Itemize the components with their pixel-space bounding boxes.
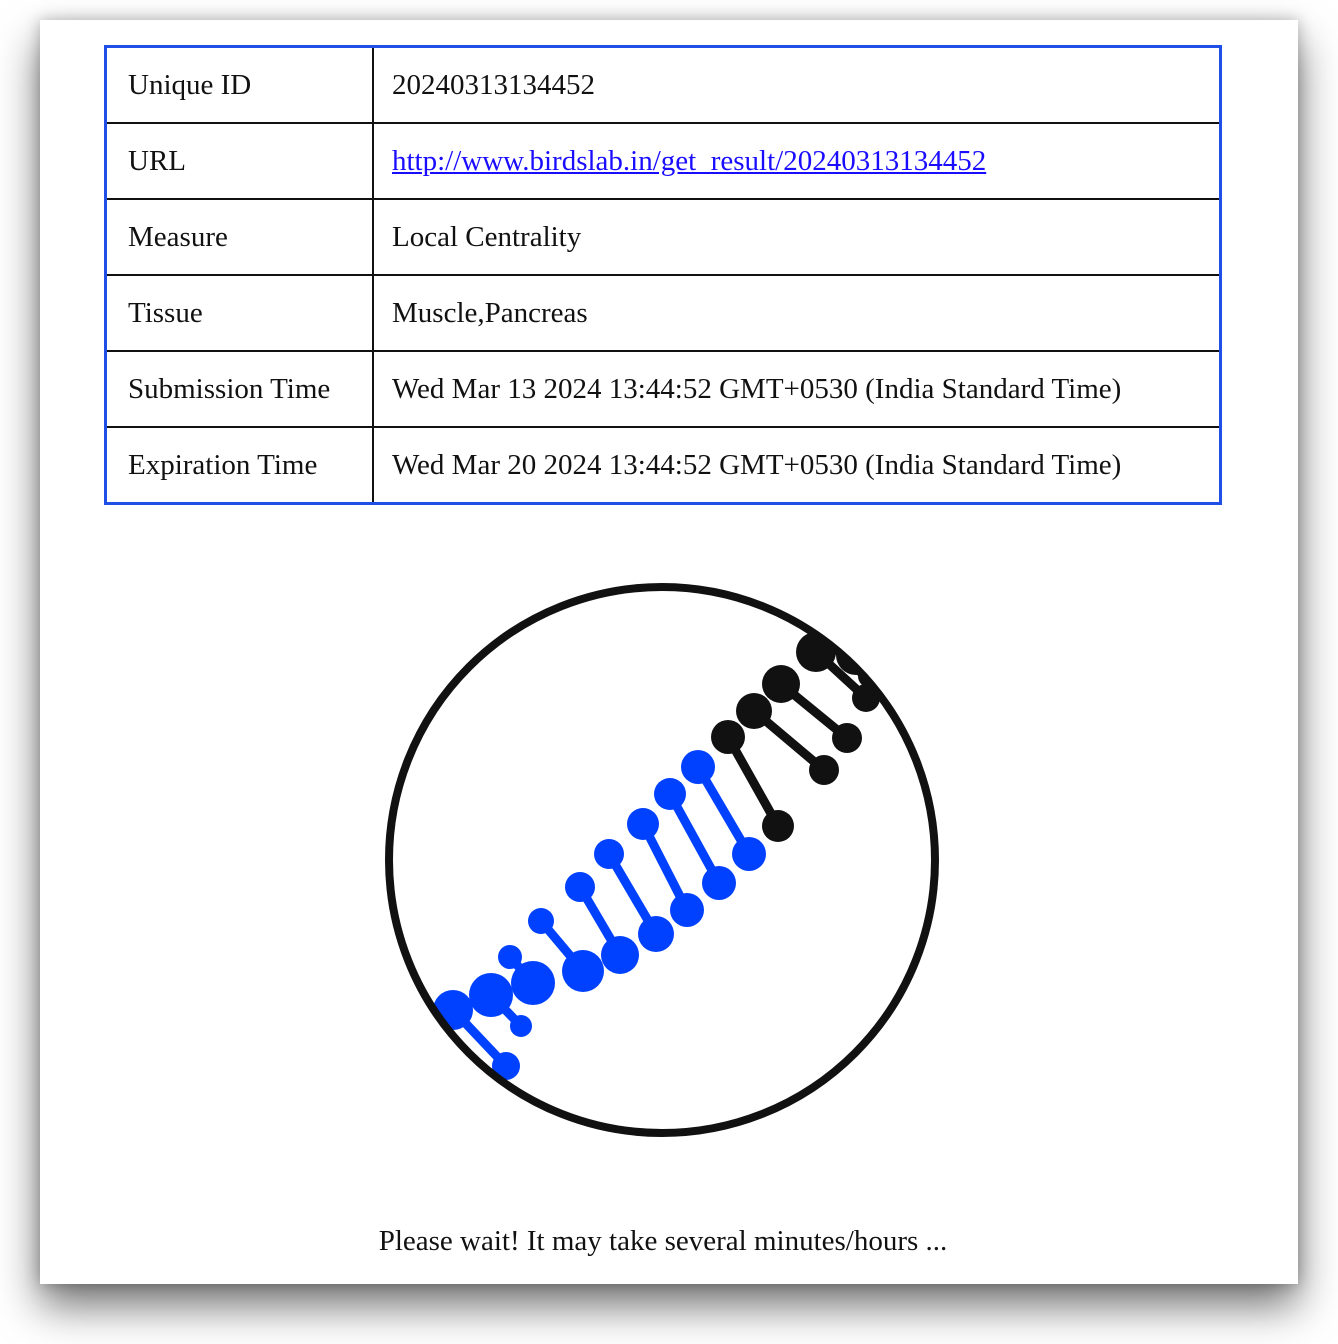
dna-node <box>809 755 839 785</box>
table-row: Unique ID 20240313134452 <box>104 45 1222 124</box>
dna-node <box>528 908 554 934</box>
dna-node <box>511 961 555 1005</box>
dna-node <box>601 936 639 974</box>
dna-node <box>732 837 766 871</box>
table-row: Measure Local Centrality <box>104 198 1222 276</box>
job-info-table: Unique ID 20240313134452 URL http://www.… <box>104 45 1222 505</box>
dna-node <box>565 872 595 902</box>
dna-node <box>681 750 715 784</box>
url-cell: http://www.birdslab.in/get_result/202403… <box>372 122 1222 200</box>
tissue-label: Tissue <box>104 274 374 352</box>
dna-node <box>638 916 674 952</box>
url-label: URL <box>104 122 374 200</box>
dna-node <box>654 778 686 810</box>
dna-node <box>762 810 794 842</box>
table-row: Tissue Muscle,Pancreas <box>104 274 1222 352</box>
dna-node <box>832 723 862 753</box>
dna-node <box>510 1015 532 1037</box>
dna-node <box>627 808 659 840</box>
table-row: URL http://www.birdslab.in/get_result/20… <box>104 122 1222 200</box>
dna-node <box>469 973 513 1017</box>
tissue-value: Muscle,Pancreas <box>372 274 1222 352</box>
submission-time-value: Wed Mar 13 2024 13:44:52 GMT+0530 (India… <box>372 350 1222 428</box>
unique-id-label: Unique ID <box>104 45 374 124</box>
dna-loading-icon <box>385 583 939 1137</box>
measure-value: Local Centrality <box>372 198 1222 276</box>
dna-node <box>498 945 522 969</box>
expiration-time-value: Wed Mar 20 2024 13:44:52 GMT+0530 (India… <box>372 426 1222 505</box>
table-row: Submission Time Wed Mar 13 2024 13:44:52… <box>104 350 1222 428</box>
dna-node <box>736 693 772 729</box>
expiration-time-label: Expiration Time <box>104 426 374 505</box>
dna-node <box>702 866 736 900</box>
table-row: Expiration Time Wed Mar 20 2024 13:44:52… <box>104 426 1222 505</box>
submission-time-label: Submission Time <box>104 350 374 428</box>
result-page: Unique ID 20240313134452 URL http://www.… <box>40 20 1298 1284</box>
dna-helix <box>433 632 882 1080</box>
dna-node <box>562 950 604 992</box>
dna-node <box>762 665 800 703</box>
dna-node <box>594 839 624 869</box>
unique-id-value: 20240313134452 <box>372 45 1222 124</box>
wait-message: Please wait! It may take several minutes… <box>378 1225 948 1257</box>
dna-node <box>670 893 704 927</box>
result-url-link[interactable]: http://www.birdslab.in/get_result/202403… <box>392 145 986 177</box>
dna-node <box>711 720 745 754</box>
measure-label: Measure <box>104 198 374 276</box>
